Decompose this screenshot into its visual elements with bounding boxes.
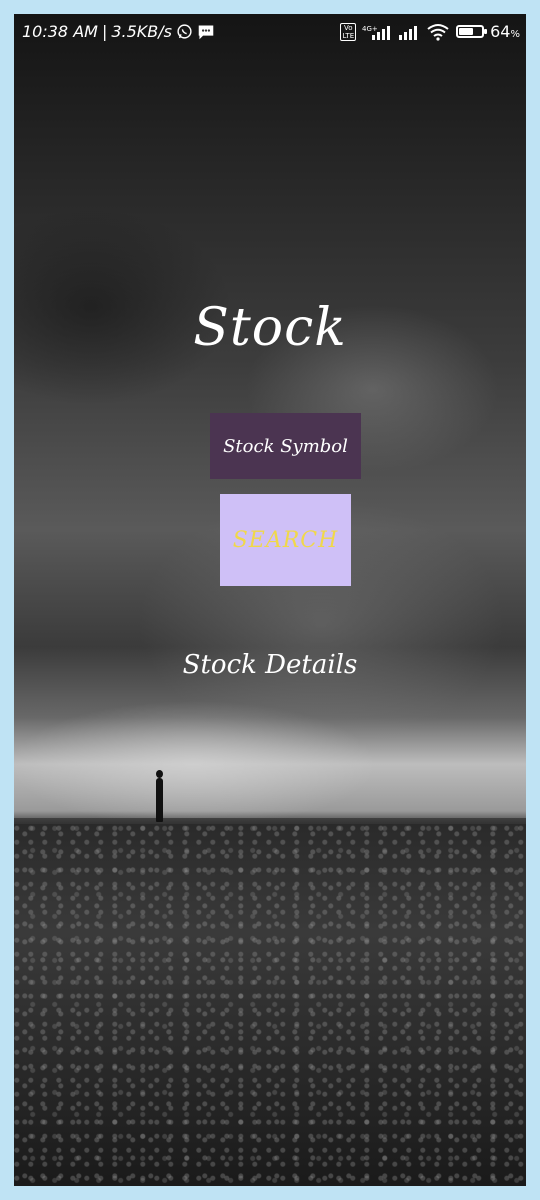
signal-icon: 4G+	[362, 24, 392, 40]
message-icon	[197, 24, 215, 40]
stock-details-text: Stock Details	[182, 650, 358, 680]
search-button[interactable]: SEARCH	[220, 494, 351, 586]
battery-icon	[456, 25, 488, 38]
app-screen: 10:38 AM | 3.5KB/s Vo LTE 4G+ 64% Stock …	[14, 14, 526, 1186]
svg-text:4G+: 4G+	[362, 25, 378, 33]
status-right: Vo LTE 4G+ 64%	[340, 22, 520, 41]
status-separator: |	[101, 22, 108, 41]
signal-icon	[398, 24, 420, 40]
volte-icon: Vo LTE	[340, 22, 357, 41]
battery-percent: 64%	[490, 22, 520, 41]
wifi-icon	[426, 23, 450, 41]
status-time: 10:38 AM	[22, 22, 98, 41]
status-left: 10:38 AM | 3.5KB/s	[22, 22, 215, 41]
background-person-silhouette	[156, 770, 163, 822]
page-title: Stock	[193, 298, 347, 358]
background-field	[14, 824, 526, 1186]
battery-level	[459, 28, 474, 35]
whatsapp-icon	[176, 23, 193, 40]
status-bar: 10:38 AM | 3.5KB/s Vo LTE 4G+ 64%	[14, 14, 526, 52]
stock-symbol-input[interactable]	[210, 413, 361, 479]
status-network-speed: 3.5KB/s	[111, 22, 172, 41]
